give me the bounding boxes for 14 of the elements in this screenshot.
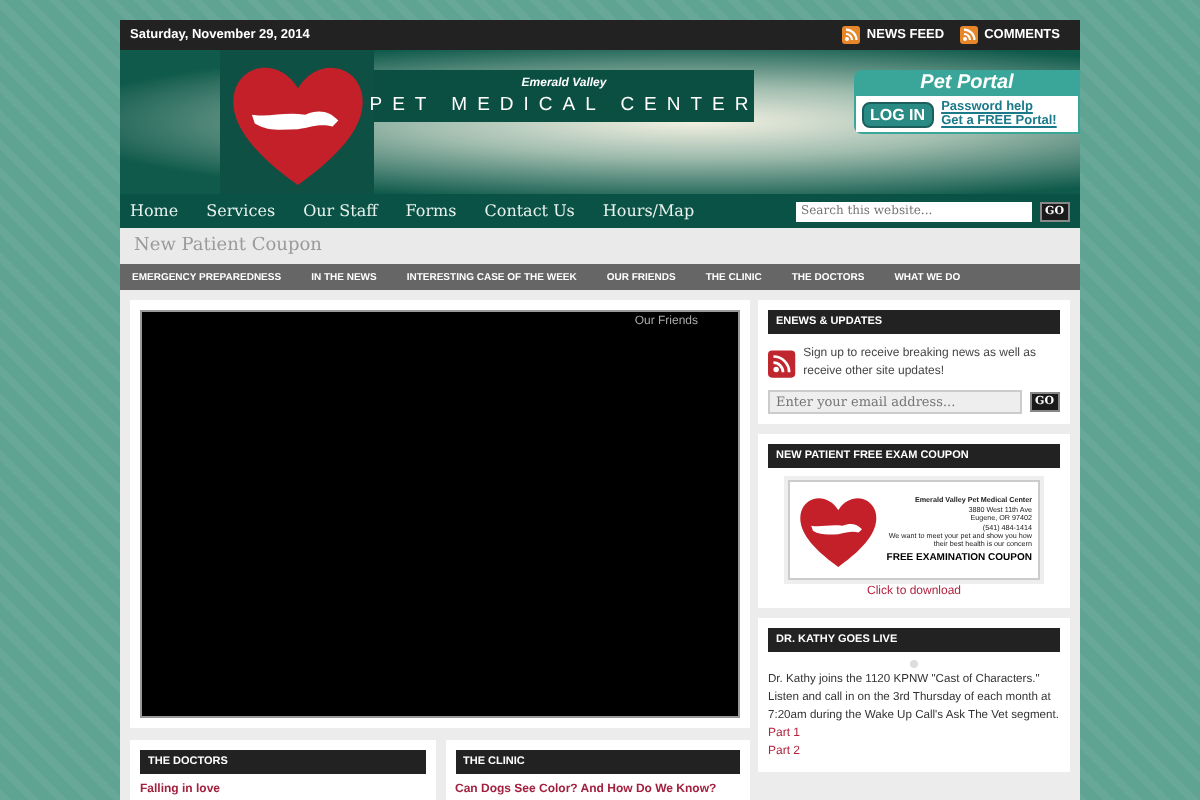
nav-link[interactable]: Services <box>206 202 276 220</box>
nav-link[interactable]: Forms <box>405 202 457 220</box>
page-title: New Patient Coupon <box>134 236 322 256</box>
nav-link[interactable]: Contact Us <box>484 202 575 220</box>
nav-link[interactable]: Hours/Map <box>602 202 695 220</box>
login-button[interactable]: LOG IN <box>862 101 934 127</box>
rss-icon <box>768 344 796 384</box>
dot-icon <box>910 660 918 668</box>
nav-link[interactable]: Our Staff <box>303 202 378 220</box>
site-title: PET MEDICAL CENTER <box>369 93 759 115</box>
portal-title: Pet Portal <box>918 70 1016 96</box>
nav-link[interactable]: Home <box>130 202 179 220</box>
rss-icon <box>842 26 861 44</box>
rss-icon <box>960 26 979 44</box>
